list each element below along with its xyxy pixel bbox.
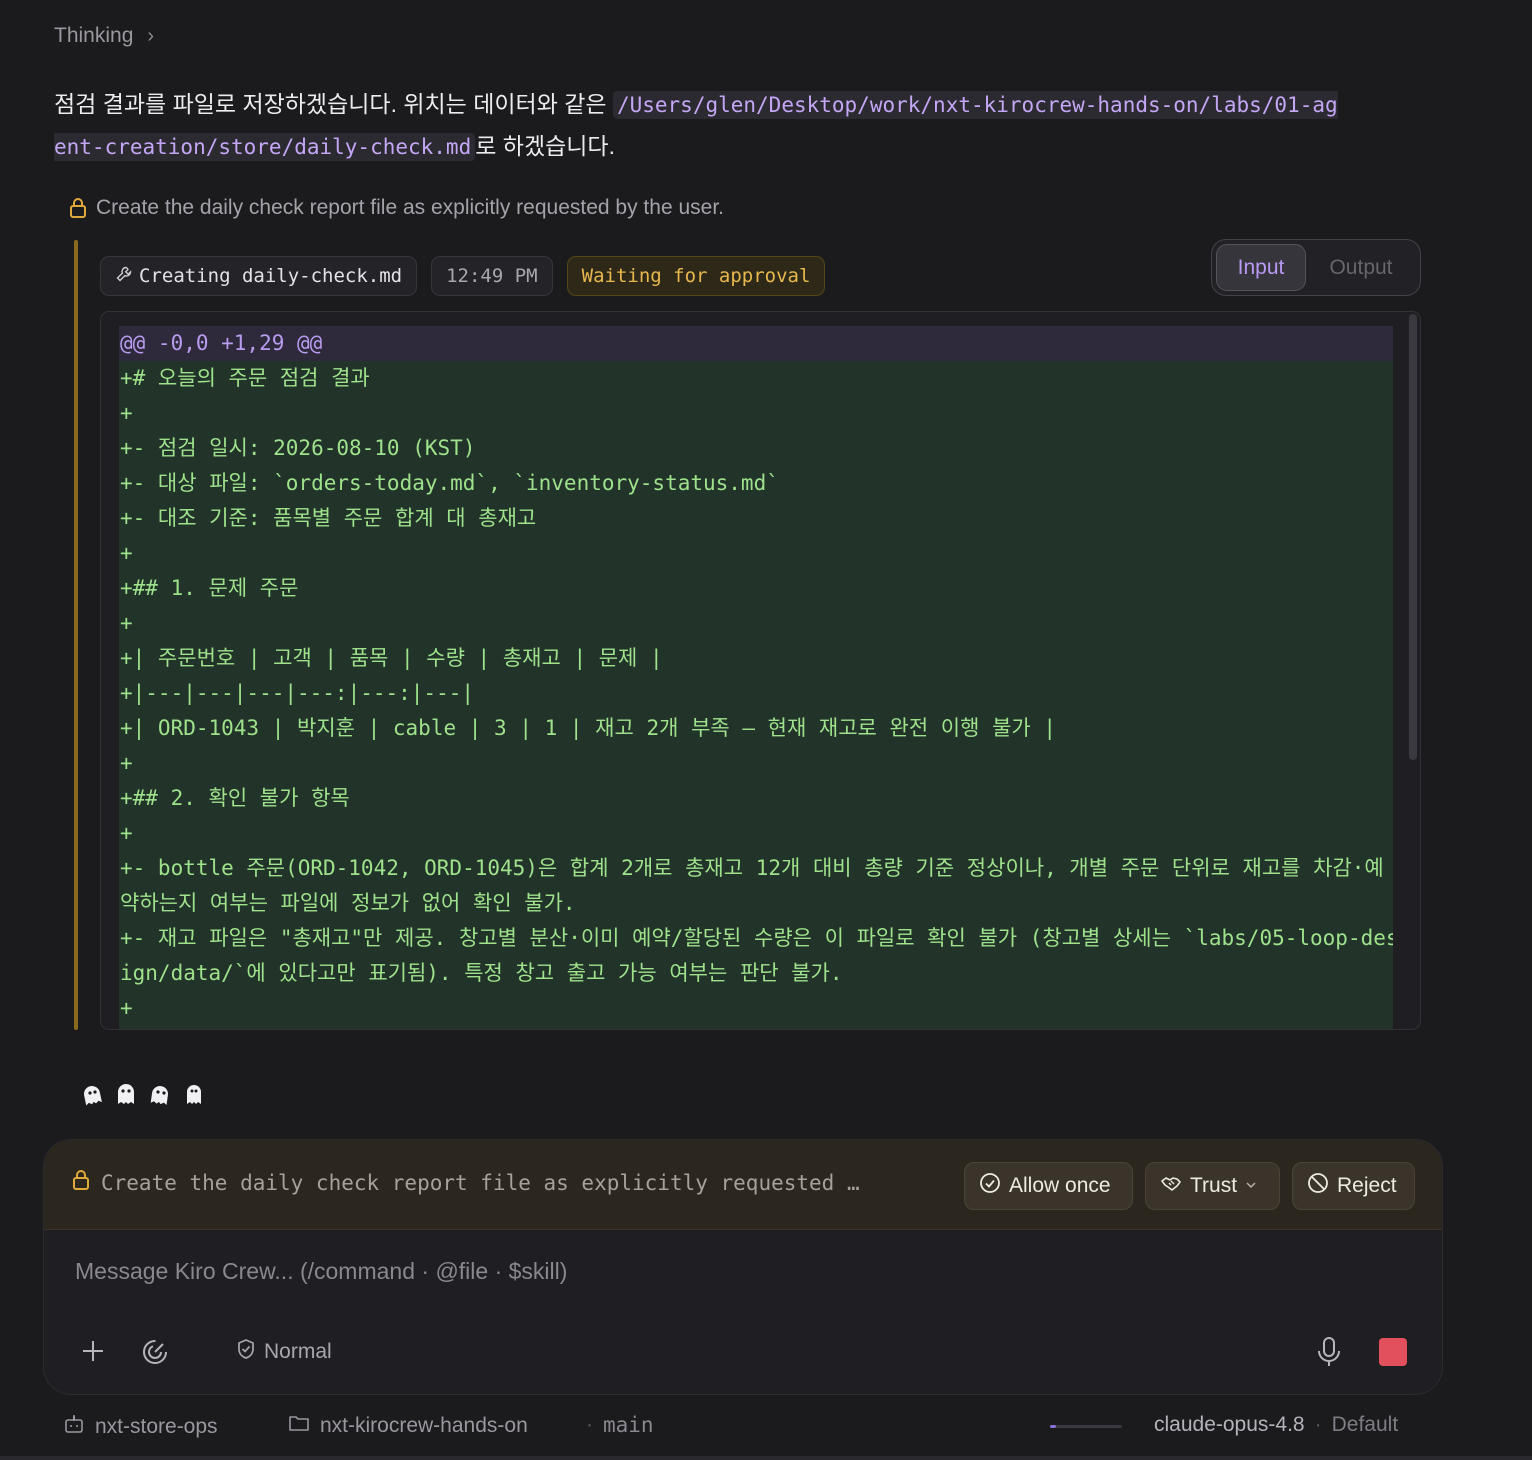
allow-once-label: Allow once	[1009, 1174, 1111, 1197]
ghost-icon	[80, 1080, 104, 1108]
composer-toolbar: Normal	[78, 1334, 1418, 1374]
status-badge: Waiting for approval	[566, 256, 826, 296]
diff-line: +	[120, 821, 133, 845]
diff-line: ign/data/`에 있다고만 표기됨). 특정 창고 출고 가능 여부는 판…	[120, 961, 843, 985]
diff-line: +	[120, 541, 133, 565]
file-path-part1: /Users/glen/Desktop/work/nxt-kirocrew-ha…	[616, 93, 1338, 117]
intro-text-before: 점검 결과를 파일로 저장하겠습니다. 위치는 데이터와 같은	[54, 91, 613, 117]
ghost-icon	[114, 1080, 138, 1108]
diff-line: +	[120, 751, 133, 775]
tab-input[interactable]: Input	[1216, 244, 1306, 291]
agent-name: nxt-store-ops	[95, 1415, 218, 1438]
diff-line: +## 1. 문제 주문	[120, 576, 299, 600]
diff-line: +|---|---|---|---:|---:|---|	[120, 681, 475, 705]
diff-line: +- bottle 주문(ORD-1042, ORD-1045)은 합계 2개로…	[120, 856, 1384, 880]
plus-icon[interactable]	[80, 1338, 106, 1369]
diff-line: +## 2. 확인 불가 항목	[120, 786, 350, 810]
wrench-icon	[115, 265, 133, 288]
check-circle-icon	[979, 1172, 1001, 1200]
diff-line: +| ORD-1043 | 박지훈 | cable | 3 | 1 | 재고 2…	[120, 716, 1057, 740]
microphone-icon[interactable]	[1316, 1336, 1342, 1373]
agent-spiral-icon[interactable]	[141, 1338, 169, 1371]
diff-line: +	[120, 401, 133, 425]
reject-button[interactable]: Reject	[1292, 1162, 1415, 1210]
profile-name: Default	[1331, 1413, 1399, 1436]
diff-line: 약하는지 여부는 파일에 정보가 없어 확인 불가.	[120, 891, 576, 915]
status-bar: nxt-store-ops nxt-kirocrew-hands-on · ma…	[0, 1405, 1532, 1451]
branch-name: main	[603, 1413, 654, 1437]
diff-line: +- 대상 파일: `orders-today.md`, `inventory-…	[120, 471, 779, 495]
message-input[interactable]: Message Kiro Crew... (/command · @file ·…	[75, 1258, 567, 1285]
context-usage-bar	[1050, 1425, 1122, 1428]
thinking-toggle[interactable]: Thinking ›	[54, 24, 154, 48]
mode-selector[interactable]: Normal	[236, 1338, 332, 1366]
diff-line: +| 주문번호 | 고객 | 품목 | 수량 | 총재고 | 문제 |	[120, 646, 663, 670]
assistant-message: 점검 결과를 파일로 저장하겠습니다. 위치는 데이터와 같은 /Users/g…	[54, 84, 1434, 168]
file-path-part2: ent-creation/store/daily-check.md	[54, 135, 472, 159]
input-output-toggle: Input Output	[1211, 239, 1421, 296]
reject-label: Reject	[1337, 1174, 1397, 1197]
stop-button[interactable]	[1379, 1338, 1407, 1366]
mode-label: Normal	[264, 1340, 332, 1363]
tool-panel-rail	[74, 240, 78, 1030]
context-usage-fill	[1050, 1425, 1056, 1428]
loading-indicator	[80, 1080, 206, 1108]
tool-description-text: Create the daily check report file as ex…	[96, 196, 724, 219]
composer: Create the daily check report file as ex…	[43, 1139, 1443, 1395]
folder-icon	[288, 1413, 310, 1439]
trust-dropdown-button[interactable]: Trust	[1145, 1162, 1280, 1210]
tab-output[interactable]: Output	[1306, 244, 1416, 291]
diff-line: +	[120, 996, 133, 1020]
chevron-right-icon: ›	[147, 24, 155, 47]
chat-view: Thinking › 점검 결과를 파일로 저장하겠습니다. 위치는 데이터와 …	[0, 0, 1532, 1460]
tool-name-label: Creating daily-check.md	[139, 265, 403, 287]
thinking-label: Thinking	[54, 24, 134, 47]
diff-line: +- 재고 파일은 "총재고"만 제공. 창고별 분산·이미 예약/할당된 수량…	[120, 926, 1393, 950]
diff-line: +# 오늘의 주문 점검 결과	[120, 366, 370, 390]
lock-icon	[71, 1168, 91, 1197]
agent-selector[interactable]: nxt-store-ops	[63, 1413, 218, 1441]
ghost-icon	[148, 1080, 172, 1108]
diff-line: +- 점검 일시: 2026-08-10 (KST)	[120, 436, 476, 460]
ban-icon	[1307, 1172, 1329, 1200]
model-selector[interactable]: claude-opus-4.8 · Default	[1154, 1413, 1398, 1437]
diff-line: +	[120, 611, 133, 635]
chevron-down-icon	[1245, 1178, 1257, 1194]
diff-line: +- 대조 기준: 품목별 주문 합계 대 총재고	[120, 506, 537, 530]
diff-scrollbar[interactable]	[1409, 314, 1417, 760]
shield-check-icon	[236, 1338, 256, 1366]
robot-icon	[63, 1413, 85, 1441]
diff-content: @@ -0,0 +1,29 @@ +# 오늘의 주문 점검 결과 + +- 점검…	[119, 326, 1393, 1029]
diff-hunk-header: @@ -0,0 +1,29 @@	[119, 326, 1393, 361]
lock-icon	[68, 196, 88, 220]
ghost-icon	[182, 1080, 206, 1108]
workspace-folder[interactable]: nxt-kirocrew-hands-on	[288, 1413, 528, 1439]
approval-prompt: Create the daily check report file as ex…	[71, 1168, 860, 1197]
diff-view[interactable]: @@ -0,0 +1,29 @@ +# 오늘의 주문 점검 결과 + +- 점검…	[100, 311, 1421, 1030]
separator-dot: ·	[586, 1413, 593, 1436]
separator-dot: ·	[1314, 1413, 1322, 1436]
handshake-icon	[1160, 1172, 1182, 1200]
timestamp-chip: 12:49 PM	[431, 256, 553, 296]
tool-chips: Creating daily-check.md 12:49 PM Waiting…	[100, 256, 826, 296]
trust-label: Trust	[1190, 1174, 1238, 1197]
model-name: claude-opus-4.8	[1154, 1413, 1305, 1436]
window-bottom-edge	[0, 1456, 1532, 1460]
tool-name-chip: Creating daily-check.md	[100, 256, 418, 296]
approval-bar: Create the daily check report file as ex…	[44, 1140, 1442, 1230]
git-branch[interactable]: · main	[586, 1413, 654, 1437]
folder-name: nxt-kirocrew-hands-on	[320, 1414, 528, 1437]
intro-text-after: 로 하겠습니다.	[475, 133, 615, 159]
allow-once-button[interactable]: Allow once	[964, 1162, 1133, 1210]
approval-prompt-text: Create the daily check report file as ex…	[101, 1170, 860, 1195]
tool-description: Create the daily check report file as ex…	[68, 196, 724, 220]
